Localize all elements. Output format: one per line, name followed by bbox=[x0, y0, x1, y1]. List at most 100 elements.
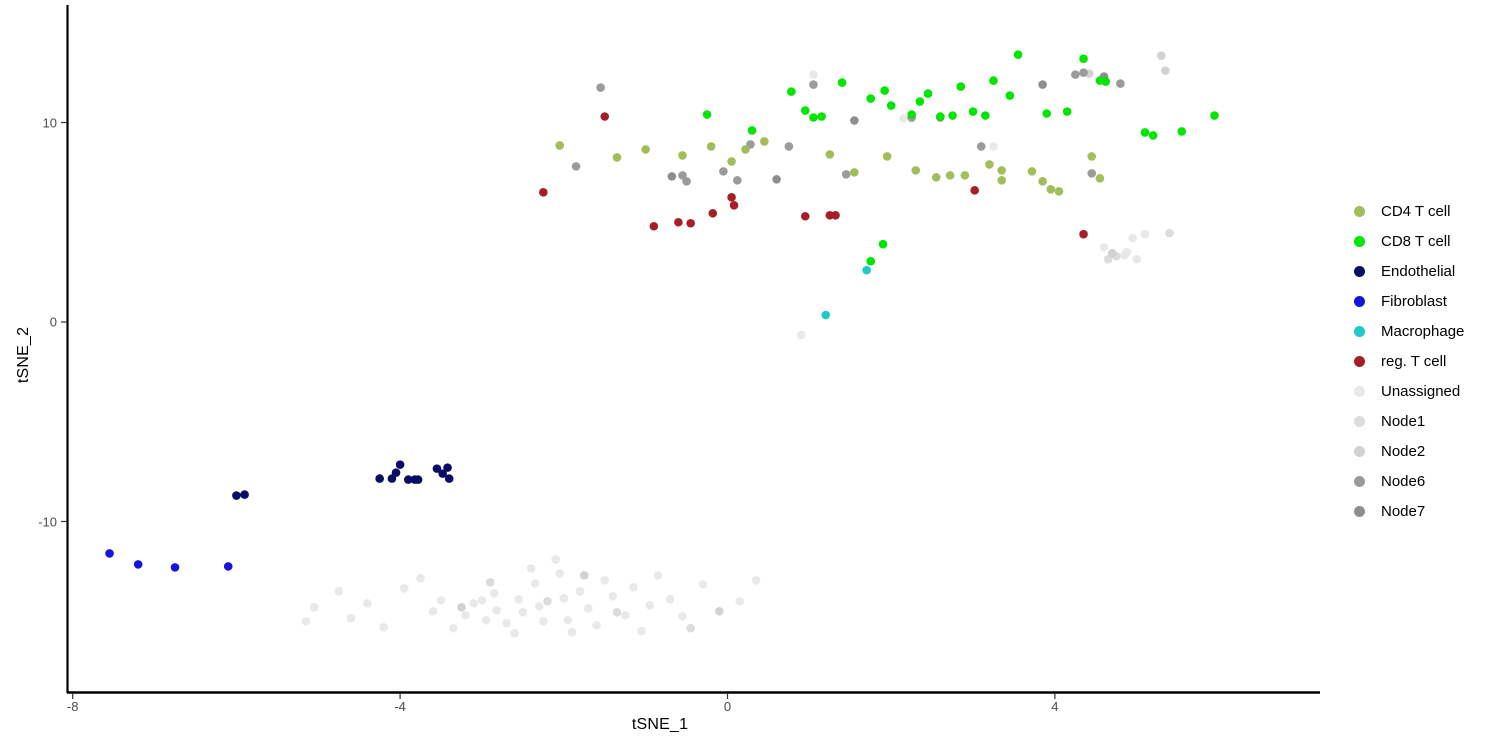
data-point bbox=[416, 574, 425, 583]
legend-item-unassigned[interactable]: Unassigned bbox=[1348, 376, 1498, 406]
data-point bbox=[800, 211, 810, 221]
legend-item-node2[interactable]: Node2 bbox=[1348, 436, 1498, 466]
data-point bbox=[518, 607, 528, 617]
legend-item-reg-t-cell[interactable]: reg. T cell bbox=[1348, 346, 1498, 376]
plot-canvas bbox=[61, 5, 1320, 699]
data-point bbox=[760, 137, 769, 146]
data-point bbox=[1054, 187, 1064, 196]
data-point bbox=[240, 490, 249, 499]
data-point bbox=[555, 141, 565, 150]
data-point bbox=[787, 87, 796, 96]
data-point bbox=[727, 157, 736, 166]
data-point bbox=[346, 613, 356, 623]
series-reg-t-cell bbox=[539, 112, 1088, 239]
data-point bbox=[931, 173, 941, 182]
data-point bbox=[510, 628, 519, 638]
data-point bbox=[751, 576, 761, 585]
legend-item-label: reg. T cell bbox=[1381, 352, 1447, 370]
data-point bbox=[970, 186, 979, 195]
data-point bbox=[1046, 185, 1056, 194]
legend-color-dot-icon bbox=[1353, 385, 1365, 397]
data-point bbox=[796, 330, 806, 340]
x-tick-label: 4 bbox=[1051, 699, 1059, 714]
legend-item-label: Node1 bbox=[1381, 412, 1426, 430]
data-point bbox=[800, 106, 810, 115]
legend-item-fibroblast[interactable]: Fibroblast bbox=[1348, 286, 1498, 316]
y-axis-title: tSNE_2 bbox=[15, 326, 32, 384]
data-point bbox=[809, 70, 818, 79]
data-point bbox=[1157, 51, 1166, 60]
legend-item-label: Node6 bbox=[1381, 472, 1426, 490]
data-point bbox=[223, 562, 233, 571]
data-point bbox=[1116, 79, 1125, 88]
legend: CD4 T cell CD8 T cell Endothelial Fibroblas… bbox=[1348, 196, 1498, 526]
data-point bbox=[596, 83, 605, 92]
legend-item-node6[interactable]: Node6 bbox=[1348, 466, 1498, 496]
data-point bbox=[1107, 248, 1117, 258]
data-point bbox=[645, 600, 655, 610]
data-point bbox=[485, 578, 495, 587]
y-tick-label: 10 bbox=[42, 115, 57, 130]
data-point bbox=[477, 596, 487, 605]
data-point bbox=[678, 151, 687, 160]
data-point bbox=[1140, 229, 1150, 239]
data-point bbox=[923, 89, 933, 98]
data-point bbox=[678, 611, 687, 621]
data-point bbox=[575, 587, 585, 596]
legend-item-cd8-t-cell[interactable]: CD8 T cell bbox=[1348, 226, 1498, 256]
data-point bbox=[1087, 152, 1097, 161]
data-point bbox=[850, 116, 859, 125]
data-point bbox=[981, 111, 990, 120]
legend-item-node1[interactable]: Node1 bbox=[1348, 406, 1498, 436]
legend-item-node7[interactable]: Node7 bbox=[1348, 496, 1498, 526]
data-point bbox=[747, 126, 757, 135]
data-point bbox=[1027, 167, 1037, 176]
data-point bbox=[729, 200, 739, 210]
data-point bbox=[686, 218, 695, 228]
data-point bbox=[649, 221, 659, 231]
legend-key-swatch bbox=[1348, 200, 1370, 222]
data-point bbox=[395, 460, 405, 469]
data-point bbox=[1079, 54, 1088, 63]
data-point bbox=[989, 142, 998, 151]
legend-item-label: Macrophage bbox=[1381, 322, 1465, 340]
data-point bbox=[579, 571, 589, 580]
legend-key-swatch bbox=[1348, 230, 1370, 252]
legend-key-swatch bbox=[1348, 260, 1370, 282]
legend-item-macrophage[interactable]: Macrophage bbox=[1348, 316, 1498, 346]
data-point bbox=[489, 589, 499, 598]
legend-key-swatch bbox=[1348, 320, 1370, 342]
legend-color-dot-icon bbox=[1353, 235, 1365, 247]
data-points-layer bbox=[105, 50, 1219, 638]
data-point bbox=[809, 80, 818, 89]
data-point bbox=[985, 160, 994, 169]
data-point bbox=[457, 602, 466, 612]
data-point bbox=[1062, 107, 1072, 116]
data-point bbox=[514, 595, 524, 604]
data-point bbox=[817, 112, 826, 121]
legend-item-endothelial[interactable]: Endothelial bbox=[1348, 256, 1498, 286]
data-point bbox=[1148, 131, 1158, 140]
data-point bbox=[956, 82, 966, 91]
legend-color-dot-icon bbox=[1353, 295, 1365, 307]
data-point bbox=[1210, 111, 1219, 120]
legend-item-cd4-t-cell[interactable]: CD4 T cell bbox=[1348, 196, 1498, 226]
x-tick-label: -8 bbox=[66, 699, 79, 714]
data-point bbox=[1122, 247, 1132, 257]
legend-item-label: Fibroblast bbox=[1381, 292, 1447, 310]
data-point bbox=[727, 193, 736, 202]
data-point bbox=[989, 76, 998, 85]
legend-item-label: Endothelial bbox=[1381, 262, 1456, 280]
data-point bbox=[1101, 77, 1110, 86]
data-point bbox=[461, 610, 470, 620]
x-axis-title: tSNE_1 bbox=[631, 716, 689, 733]
data-point bbox=[481, 615, 491, 625]
data-point bbox=[1079, 229, 1088, 239]
data-point bbox=[559, 594, 569, 603]
data-point bbox=[698, 580, 708, 589]
data-point bbox=[1079, 68, 1088, 77]
data-point bbox=[571, 162, 581, 171]
data-point bbox=[741, 145, 750, 154]
data-point bbox=[612, 607, 622, 617]
data-point bbox=[911, 166, 921, 175]
